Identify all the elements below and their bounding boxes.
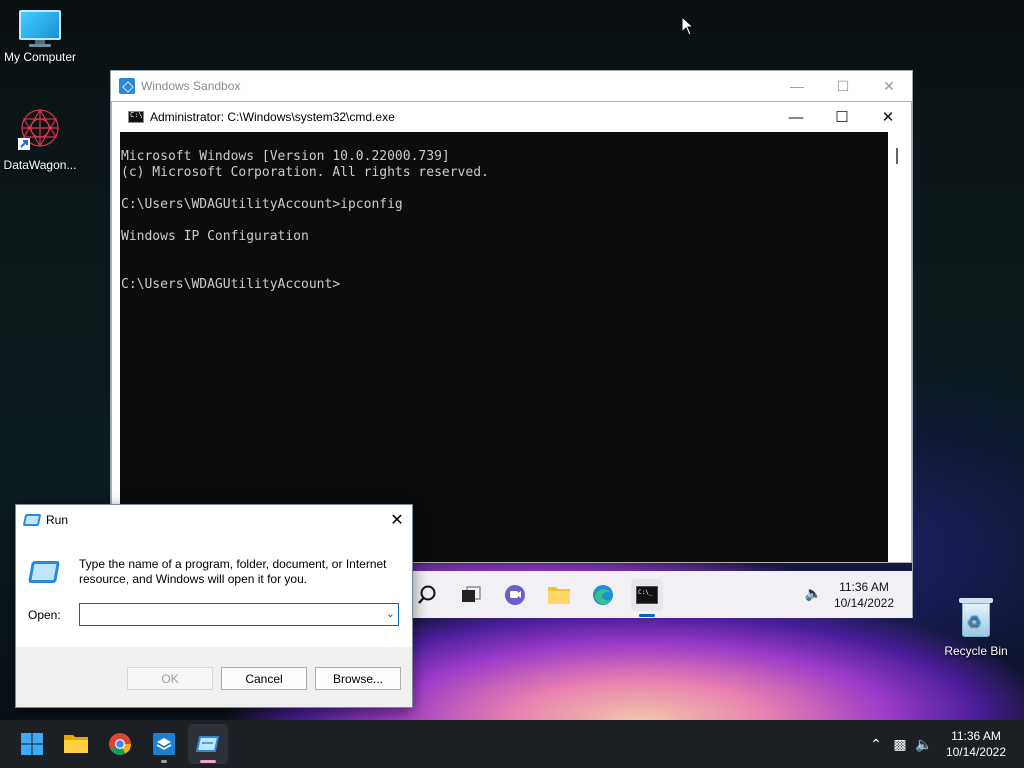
task-view-icon[interactable] (455, 579, 487, 611)
cmd-scrollbar[interactable] (889, 132, 905, 562)
cmd-minimize-button[interactable]: — (773, 102, 819, 132)
datawagon-icon (16, 106, 64, 154)
system-tray: ⌃ ▩ 🔈 11:36 AM 10/14/2022 (864, 720, 1024, 768)
file-explorer-icon[interactable] (56, 724, 96, 764)
sandbox-clock[interactable]: 11:36 AM 10/14/2022 (834, 579, 894, 611)
run-title: Run (46, 513, 69, 527)
teams-chat-icon[interactable] (499, 579, 531, 611)
run-app-icon[interactable] (188, 724, 228, 764)
run-body: Type the name of a program, folder, docu… (16, 535, 412, 647)
active-indicator (639, 613, 655, 617)
run-description: Type the name of a program, folder, docu… (79, 557, 387, 586)
console-line: ​ (121, 213, 888, 229)
recycle-bin-label: Recycle Bin (944, 644, 1008, 658)
open-label: Open: (28, 608, 61, 622)
close-button[interactable]: ✕ (866, 71, 912, 101)
cmd-title: Administrator: C:\Windows\system32\cmd.e… (150, 110, 395, 124)
recycle-bin-icon: ♻ (959, 598, 993, 638)
chevron-up-icon[interactable]: ⌃ (864, 736, 888, 753)
start-icon[interactable] (12, 724, 52, 764)
volume-icon[interactable]: 🔈 (805, 585, 822, 602)
network-icon[interactable]: ▩ (888, 736, 912, 753)
console-line: (c) Microsoft Corporation. All rights re… (121, 165, 489, 180)
maximize-button[interactable]: ☐ (820, 71, 866, 101)
console-line: ​ (121, 181, 888, 197)
volume-icon[interactable]: 🔈 (912, 736, 936, 753)
desktop-icon-label: My Computer (3, 50, 77, 64)
monitor-icon (19, 10, 61, 47)
edge-icon[interactable] (587, 579, 619, 611)
console-line: Microsoft Windows [Version 10.0.22000.73… (121, 149, 450, 164)
active-indicator (200, 760, 216, 763)
run-icon (28, 561, 60, 583)
cancel-button[interactable]: Cancel (221, 667, 307, 690)
running-indicator (161, 760, 167, 763)
run-close-button[interactable]: ✕ (382, 505, 412, 535)
search-icon[interactable] (411, 579, 443, 611)
svg-text:C:\_: C:\_ (638, 589, 653, 596)
open-input[interactable] (79, 603, 399, 626)
desktop-icon-label: DataWagon... (3, 158, 77, 172)
cmd-icon (128, 111, 144, 123)
chrome-icon[interactable] (100, 724, 140, 764)
sandbox-app-icon (119, 78, 135, 94)
desktop-icon-recycle-bin[interactable]: ♻ Recycle Bin (938, 598, 1014, 658)
browse-button[interactable]: Browse... (315, 667, 401, 690)
chevron-down-icon[interactable]: ⌄ (383, 604, 398, 625)
sandbox-titlebar[interactable]: Windows Sandbox — ☐ ✕ (111, 71, 912, 101)
sandbox-title: Windows Sandbox (141, 79, 241, 93)
cmd-maximize-button[interactable]: ☐ (819, 102, 865, 132)
scrollbar-thumb[interactable] (896, 148, 898, 164)
minimize-button[interactable]: — (774, 71, 820, 101)
run-titlebar[interactable]: Run ✕ (16, 505, 412, 535)
console-line: C:\Users\WDAGUtilityAccount>ipconfig (121, 197, 403, 212)
cmd-close-button[interactable]: ✕ (865, 102, 911, 132)
file-explorer-icon[interactable] (543, 579, 575, 611)
run-dialog: Run ✕ Type the name of a program, folder… (15, 504, 413, 708)
taskbar-date: 10/14/2022 (945, 745, 1006, 759)
cmd-window: Administrator: C:\Windows\system32\cmd.e… (111, 101, 912, 563)
cmd-titlebar[interactable]: Administrator: C:\Windows\system32\cmd.e… (112, 102, 911, 132)
cmd-console[interactable]: Microsoft Windows [Version 10.0.22000.73… (120, 132, 888, 562)
console-line: ​ (121, 245, 888, 261)
desktop-icon-datawagon[interactable]: DataWagon... (0, 106, 80, 172)
run-app-icon (22, 514, 42, 526)
desktop-icon-my-computer[interactable]: My Computer (0, 10, 80, 64)
ok-button[interactable]: OK (127, 667, 213, 690)
cmd-taskbar-icon[interactable]: C:\_ (631, 578, 663, 617)
taskbar-time: 11:36 AM (951, 729, 1001, 743)
taskbar: ⌃ ▩ 🔈 11:36 AM 10/14/2022 (0, 720, 1024, 768)
sandbox-date: 10/14/2022 (833, 596, 894, 610)
sandbox-time: 11:36 AM (839, 580, 889, 594)
mouse-cursor-icon (681, 16, 693, 36)
taskbar-clock[interactable]: 11:36 AM 10/14/2022 (946, 728, 1006, 760)
console-line: Windows IP Configuration (121, 229, 309, 244)
console-line: C:\Users\WDAGUtilityAccount> (121, 277, 341, 292)
sandbox-app-icon[interactable] (144, 724, 184, 764)
console-line: ​ (121, 261, 888, 277)
